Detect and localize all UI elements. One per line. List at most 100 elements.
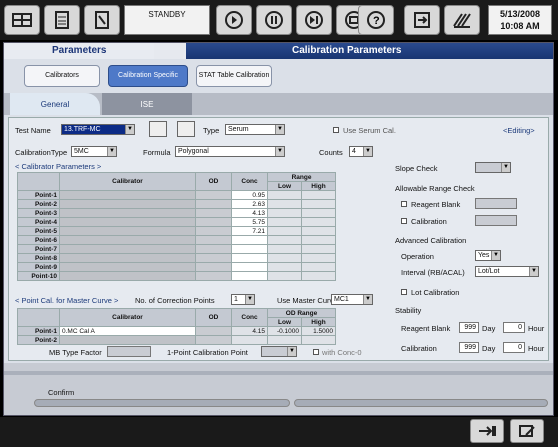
point-cal-title: < Point Cal. for Master Curve > <box>15 296 119 305</box>
tab-ise[interactable]: ISE <box>102 93 192 115</box>
cal-hour-field[interactable]: 0 <box>503 342 525 353</box>
calibrator-cell[interactable] <box>59 235 196 245</box>
cal-day-field[interactable]: 999 <box>459 342 479 353</box>
interval-select[interactable]: Lot/Lot ▼ <box>475 266 539 277</box>
use-serum-cal-checkbox[interactable] <box>333 127 339 133</box>
high-cell: 1.5000 <box>301 326 336 336</box>
conc-cell[interactable] <box>231 235 268 245</box>
calibrator-cell[interactable] <box>59 253 196 263</box>
skip-icon[interactable] <box>296 5 332 35</box>
use-serum-cal-label: Use Serum Cal. <box>343 126 396 135</box>
one-point-cal-select[interactable]: ▼ <box>261 346 297 357</box>
bottom-toolbar <box>0 417 558 447</box>
low-cell <box>267 253 302 263</box>
calibrator-cell[interactable] <box>59 208 196 218</box>
point-label: Point-1 <box>17 190 60 200</box>
calibrator-cell[interactable]: 0.MC Cal A <box>59 326 196 336</box>
mb-type-factor-field[interactable] <box>107 346 151 357</box>
table-row[interactable]: Point-2 <box>17 335 336 345</box>
hatch-icon[interactable] <box>444 5 480 35</box>
calibrator-cell[interactable] <box>59 190 196 200</box>
slope-check-select[interactable]: ▼ <box>475 162 511 173</box>
formula-value: Polygonal <box>178 148 209 155</box>
conc-cell[interactable]: 5.75 <box>231 217 268 227</box>
calibrator-cell[interactable] <box>59 335 196 345</box>
chevron-down-icon: ▼ <box>107 147 116 156</box>
rb-day-field[interactable]: 999 <box>459 322 479 333</box>
table-row[interactable]: Point-5 7.21 <box>17 226 336 236</box>
calibrator-cell[interactable] <box>59 217 196 227</box>
low-cell <box>267 271 302 281</box>
conc-cell: 4.15 <box>231 326 268 336</box>
confirm-button[interactable] <box>34 399 290 407</box>
help-icon[interactable]: ? <box>358 5 394 35</box>
rb-hour-field[interactable]: 0 <box>503 322 525 333</box>
calibrator-cell[interactable] <box>59 199 196 209</box>
lot-calibration-checkbox[interactable] <box>401 289 407 295</box>
calibrator-cell[interactable] <box>59 226 196 236</box>
point-label: Point-3 <box>17 208 60 218</box>
low-cell <box>267 262 302 272</box>
od-cell <box>195 262 232 272</box>
formula-select[interactable]: Polygonal ▼ <box>175 146 285 157</box>
footer-button-right[interactable] <box>294 399 548 407</box>
conc-cell[interactable]: 0.95 <box>231 190 268 200</box>
transfer-icon[interactable] <box>404 5 440 35</box>
conc-cell[interactable]: 7.21 <box>231 226 268 236</box>
col-calibrator: Calibrator <box>59 308 196 327</box>
table-row[interactable]: Point-10 <box>17 271 336 281</box>
chevron-down-icon: ▼ <box>125 125 134 134</box>
conc-cell[interactable] <box>231 244 268 254</box>
conc-cell[interactable] <box>231 253 268 263</box>
tab-stat-table-calibration[interactable]: STAT Table Calibration <box>196 65 272 87</box>
col-low: Low <box>267 317 302 327</box>
correction-points-select[interactable]: 1 ▼ <box>231 294 255 305</box>
point-label: Point-2 <box>17 335 60 345</box>
tab-calibration-specific[interactable]: Calibration Specific <box>108 65 188 87</box>
cal-type-select[interactable]: 5MC ▼ <box>71 146 117 157</box>
chevron-down-icon: ▼ <box>529 267 538 276</box>
pause-icon[interactable] <box>256 5 292 35</box>
tray-icon[interactable] <box>4 5 40 35</box>
calibration-range-field[interactable] <box>475 215 517 226</box>
table-row[interactable]: Point-8 <box>17 253 336 263</box>
operation-select[interactable]: Yes ▼ <box>475 250 501 261</box>
calibrator-cell[interactable] <box>59 244 196 254</box>
edit-icon[interactable] <box>510 419 544 443</box>
table-row[interactable]: Point-9 <box>17 262 336 272</box>
paste-icon[interactable] <box>177 121 195 137</box>
conc-cell[interactable] <box>231 271 268 281</box>
tab-general[interactable]: General <box>10 93 100 115</box>
report-icon[interactable] <box>84 5 120 35</box>
type-select[interactable]: Serum ▼ <box>225 124 285 135</box>
calibration-checkbox[interactable] <box>401 218 407 224</box>
with-conc-checkbox[interactable] <box>313 349 319 355</box>
reagent-blank-checkbox[interactable] <box>401 201 407 207</box>
with-conc-label: with Conc-0 <box>322 348 362 357</box>
od-cell <box>195 235 232 245</box>
conc-cell[interactable]: 4.13 <box>231 208 268 218</box>
master-curve-select[interactable]: MC1 ▼ <box>331 294 373 305</box>
table-row[interactable]: Point-1 0.MC Cal A 4.15 -0.1000 1.5000 <box>17 326 336 336</box>
table-row[interactable]: Point-1 0.95 <box>17 190 336 200</box>
list-icon[interactable] <box>44 5 80 35</box>
general-panel: Test Name 13.TRF-MC ▼ Type Serum ▼ Use Ser… <box>8 117 549 361</box>
table-row[interactable]: Point-2 2.63 <box>17 199 336 209</box>
calibrator-cell[interactable] <box>59 262 196 272</box>
calibrator-cell[interactable] <box>59 271 196 281</box>
interval-label: Interval (RB/ACAL) <box>401 268 465 277</box>
test-name-select[interactable]: 13.TRF-MC ▼ <box>61 124 135 135</box>
chevron-down-icon: ▼ <box>245 295 254 304</box>
copy-icon[interactable] <box>149 121 167 137</box>
tab-calibrators[interactable]: Calibrators <box>24 65 100 87</box>
table-row[interactable]: Point-3 4.13 <box>17 208 336 218</box>
play-icon[interactable] <box>216 5 252 35</box>
export-icon[interactable] <box>470 419 504 443</box>
conc-cell[interactable]: 2.63 <box>231 199 268 209</box>
table-row[interactable]: Point-7 <box>17 244 336 254</box>
conc-cell[interactable] <box>231 262 268 272</box>
reagent-blank-range-field[interactable] <box>475 198 517 209</box>
counts-select[interactable]: 4 ▼ <box>349 146 373 157</box>
table-row[interactable]: Point-4 5.75 <box>17 217 336 227</box>
table-row[interactable]: Point-6 <box>17 235 336 245</box>
